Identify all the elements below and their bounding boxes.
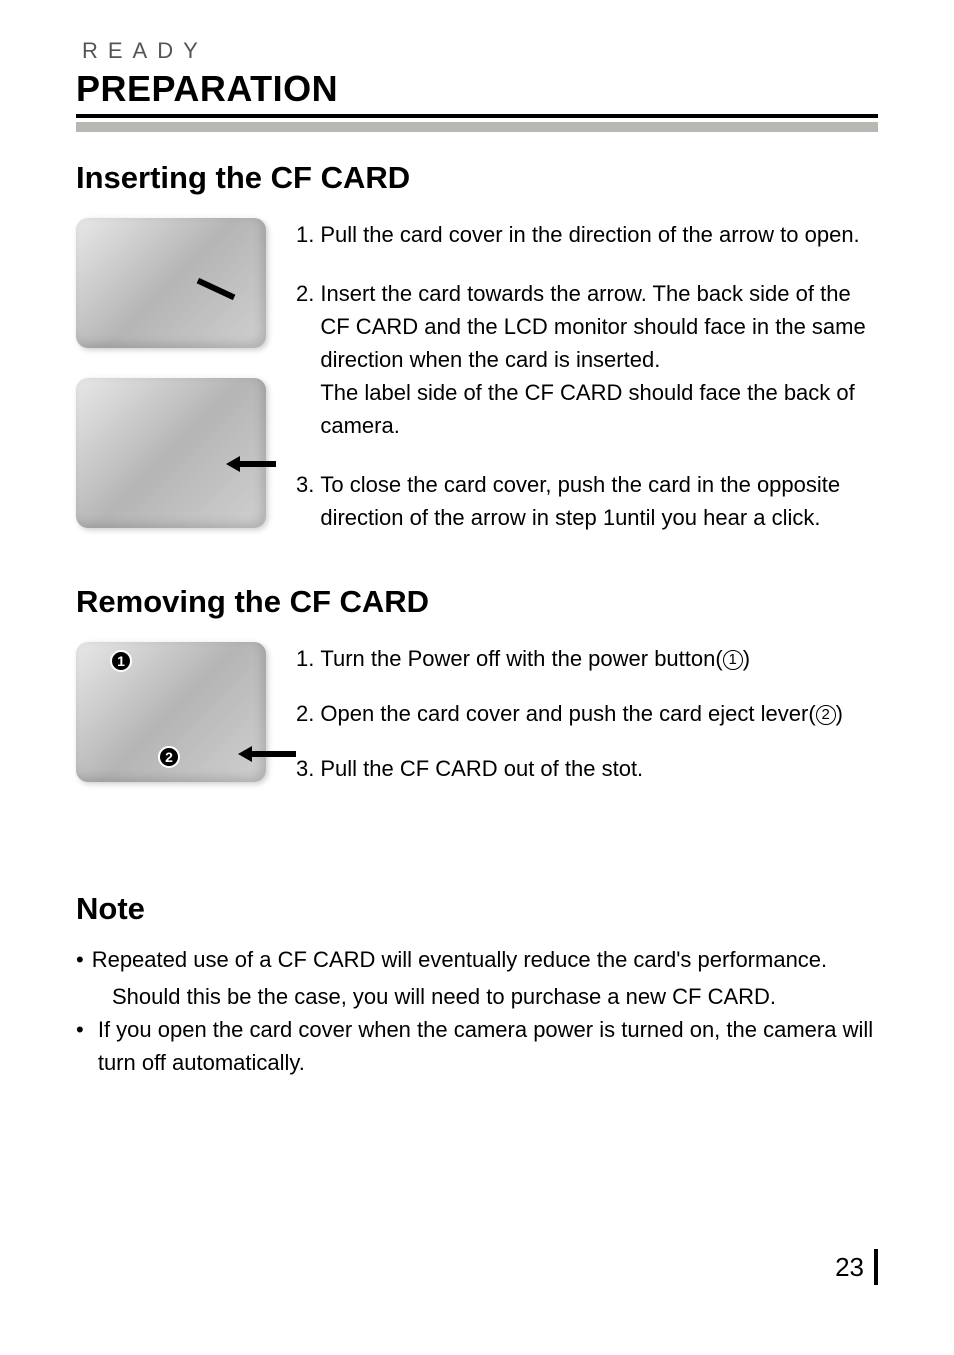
page-number: 23 (835, 1249, 878, 1285)
step-number: 1. (296, 642, 314, 675)
step-text-part: ) (836, 701, 843, 726)
page-title: PREPARATION (76, 68, 878, 110)
breadcrumb: READY (82, 38, 878, 64)
bullet-icon: • (76, 943, 84, 976)
camera-illustration-3: 1 2 (76, 642, 266, 782)
bullet-icon: • (76, 1013, 90, 1079)
note-heading: Note (76, 891, 878, 927)
camera-illustration-1 (76, 218, 266, 348)
step-number: 3. (296, 752, 314, 785)
arrow-shaft-icon (252, 751, 296, 757)
section-heading-inserting: Inserting the CF CARD (76, 160, 878, 196)
circled-number-icon: 2 (816, 705, 836, 725)
step-number: 2. (296, 277, 314, 442)
title-rule-grey (76, 122, 878, 132)
step-number: 3. (296, 468, 314, 534)
step-text-part: ) (743, 646, 750, 671)
step-number: 2. (296, 697, 314, 730)
note-item: • If you open the card cover when the ca… (76, 1013, 878, 1079)
circled-number-icon: 1 (723, 650, 743, 670)
step-text: Insert the card towards the arrow. The b… (320, 277, 878, 442)
step-text-part: Open the card cover and push the card ej… (320, 701, 815, 726)
step-text: To close the card cover, push the card i… (320, 468, 878, 534)
step-number: 1. (296, 218, 314, 251)
note-text: Repeated use of a CF CARD will eventuall… (92, 943, 827, 976)
note-text-continuation: Should this be the case, you will need t… (76, 980, 878, 1013)
arrow-head-icon (238, 746, 252, 762)
step-text: Pull the CF CARD out of the stot. (320, 752, 878, 785)
step-text: Turn the Power off with the power button… (320, 642, 878, 675)
arrow-head-icon (226, 456, 240, 472)
callout-badge-2: 2 (158, 746, 180, 768)
title-rule-thick (76, 114, 878, 118)
step-text: Open the card cover and push the card ej… (320, 697, 878, 730)
note-item: • Repeated use of a CF CARD will eventua… (76, 943, 878, 976)
callout-badge-1: 1 (110, 650, 132, 672)
arrow-shaft-icon (240, 461, 276, 467)
section-heading-removing: Removing the CF CARD (76, 584, 878, 620)
arrow-icon (197, 277, 236, 299)
camera-illustration-2 (76, 378, 266, 528)
step-text: Pull the card cover in the direction of … (320, 218, 878, 251)
note-text: If you open the card cover when the came… (98, 1013, 878, 1079)
step-text-part: Turn the Power off with the power button… (320, 646, 722, 671)
